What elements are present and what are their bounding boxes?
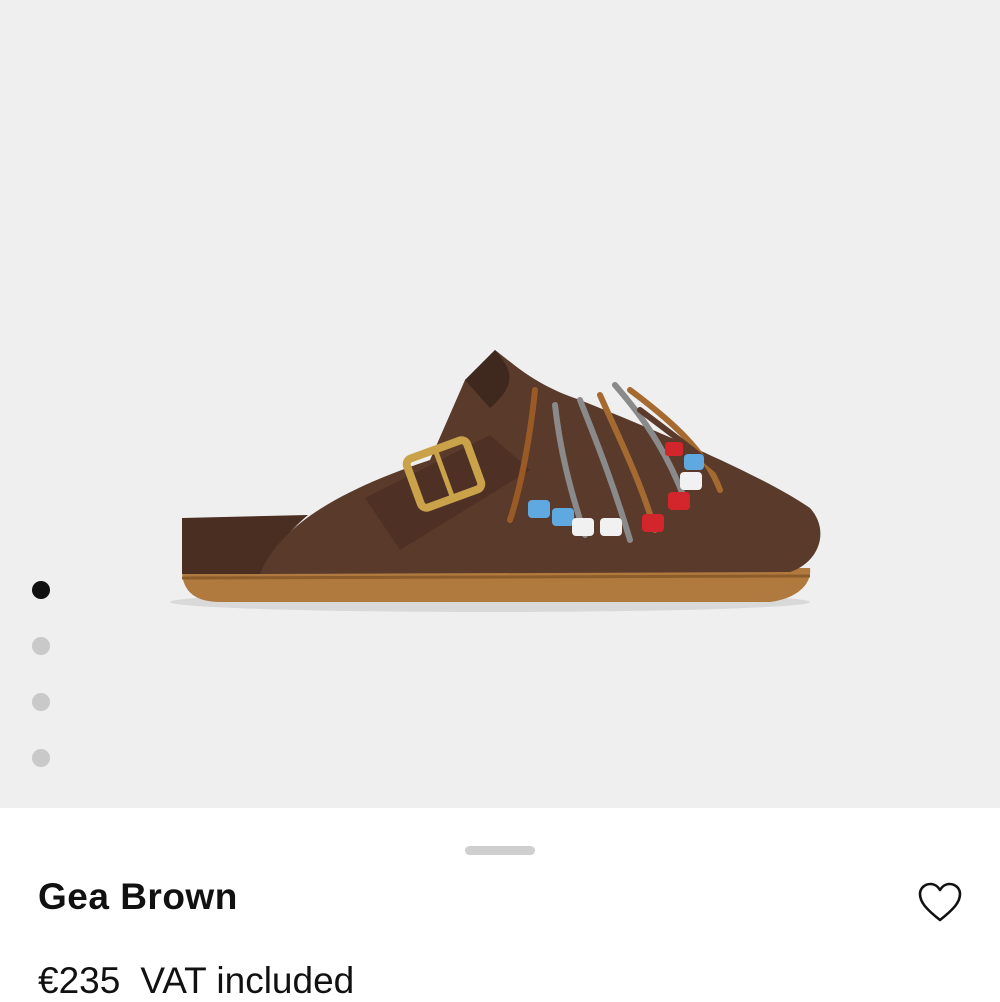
product-price: €235 (38, 960, 121, 1001)
vat-note: VAT included (140, 960, 355, 1001)
price-row: €235 VAT included (38, 960, 354, 1002)
product-name: Gea Brown (38, 876, 238, 917)
product-image-gallery[interactable] (0, 0, 1000, 808)
product-info-sheet: Gea Brown €235 VAT included (0, 808, 1000, 1002)
product-image[interactable] (160, 330, 840, 630)
pagination-dot[interactable] (32, 693, 50, 711)
image-pagination (32, 581, 52, 805)
heart-outline-icon (918, 882, 962, 922)
pagination-dot[interactable] (32, 637, 50, 655)
pagination-dot[interactable] (32, 749, 50, 767)
pagination-dot-active[interactable] (32, 581, 50, 599)
sheet-drag-handle[interactable] (465, 846, 535, 855)
wishlist-button[interactable] (916, 880, 964, 924)
